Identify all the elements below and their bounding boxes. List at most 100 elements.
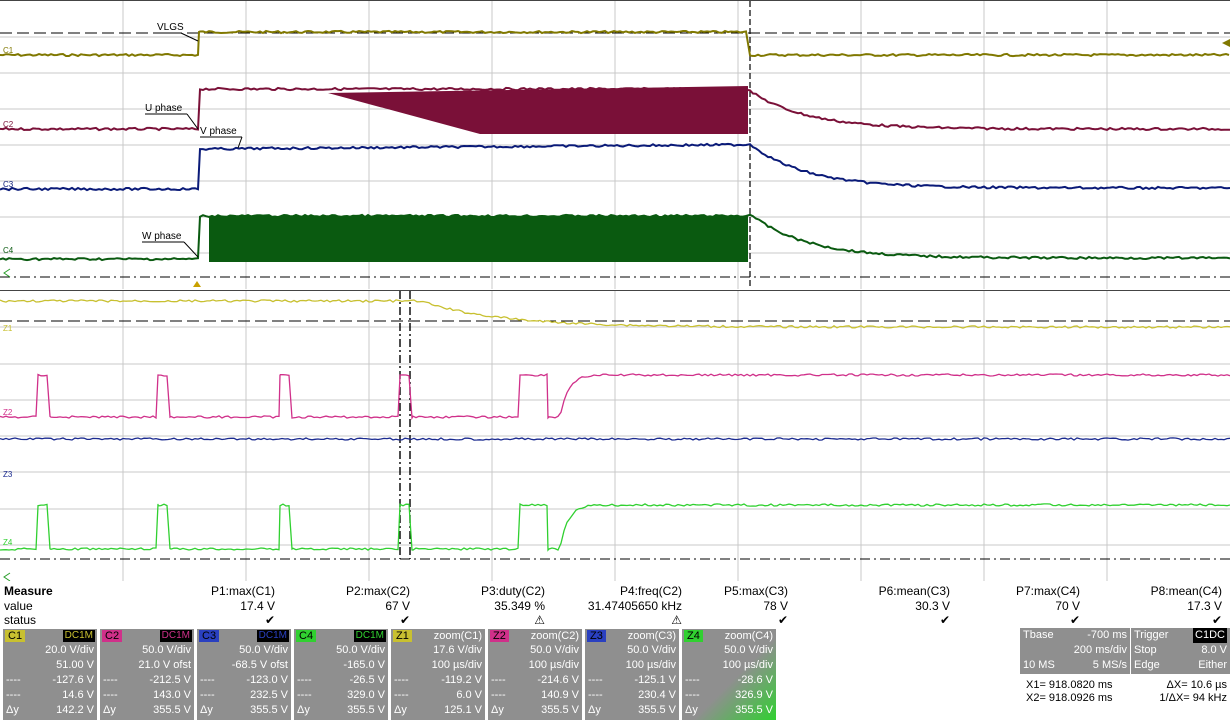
- channel-coupling: DC1M: [62, 630, 95, 642]
- channel-row-prefix: ----: [491, 674, 506, 686]
- channel-line-2: -119.2 V: [441, 674, 482, 686]
- measure-status-p8: ✔: [1211, 613, 1222, 627]
- channel-row-prefix: ----: [588, 689, 603, 701]
- measure-status-label: status: [4, 613, 37, 627]
- channel-line-4: 355.5 V: [153, 704, 191, 716]
- channel-line-1: 100 µs/div: [625, 659, 676, 671]
- channel-box-c1[interactable]: C1 DC1M 20.0 V/div 51.00 V ---- -127.6 V ---- 1…: [2, 628, 98, 721]
- channel-row-prefix: ----: [200, 674, 215, 686]
- c1-level-marker: [1222, 39, 1230, 47]
- timebase-descriptor[interactable]: Tbase -700 ms 200 ms/div 10 MS 5 MS/s: [1020, 628, 1130, 674]
- zoom-waveform-grid[interactable]: Z1 Z2 Z3 Z4: [0, 290, 1230, 581]
- channel-row-prefix: ----: [491, 689, 506, 701]
- measure-status-p7: ✔: [1069, 613, 1080, 627]
- measure-status-p3: ⚠: [534, 613, 545, 627]
- channel-row-prefix: ----: [297, 689, 312, 701]
- trigger-level: 8.0 V: [1201, 644, 1227, 656]
- channel-line-0: 50.0 V/div: [627, 644, 676, 656]
- cursor-inverse-delta-x: 1/ΔX= 94 kHz: [1159, 692, 1227, 704]
- measure-name-p3: P3:duty(C2): [480, 584, 545, 598]
- channel-line-3: 326.9 V: [735, 689, 773, 701]
- channel-row-prefix: ----: [394, 689, 409, 701]
- measure-value-p6: 30.3 V: [915, 599, 950, 613]
- timebase-delay: -700 ms: [1087, 629, 1127, 641]
- zoom-waveform-plot[interactable]: Z1 Z2 Z3 Z4: [0, 291, 1230, 581]
- channel-line-0: 20.0 V/div: [45, 644, 94, 656]
- trigger-descriptor[interactable]: Trigger C1DC Stop 8.0 V Edge Either: [1131, 628, 1230, 674]
- channel-line-2: -28.6 V: [737, 674, 773, 686]
- uphase-label-text: U phase: [145, 103, 183, 114]
- channel-marker-c2[interactable]: C2: [3, 120, 14, 129]
- channel-row-prefix: Δy: [394, 704, 407, 716]
- measure-name-p5: P5:max(C3): [723, 584, 788, 598]
- timebase-label: Tbase: [1023, 629, 1054, 641]
- channel-box-z4[interactable]: Z4 zoom(C4) 50.0 V/div 100 µs/div ---- -28.6 …: [681, 628, 777, 721]
- channel-line-2: -214.6 V: [537, 674, 579, 686]
- channel-box-z2[interactable]: Z2 zoom(C2) 50.0 V/div 100 µs/div ---- -214.6…: [487, 628, 583, 721]
- trigger-label: Trigger: [1134, 629, 1169, 641]
- cursor-x2: X2= 918.0926 ms: [1026, 692, 1113, 704]
- channel-tag: Z2: [490, 630, 509, 642]
- channel-marker-z4[interactable]: Z4: [3, 538, 13, 547]
- channel-box-c2[interactable]: C2 DC1M 50.0 V/div 21.0 V ofst ---- -212.5 V -…: [99, 628, 195, 721]
- channel-row-prefix: ----: [394, 674, 409, 686]
- channel-row-prefix: Δy: [103, 704, 116, 716]
- wphase-label-text: W phase: [142, 231, 182, 242]
- channel-coupling: DC1M: [159, 630, 192, 642]
- channel-line-3: 140.9 V: [541, 689, 579, 701]
- channel-marker-c3[interactable]: C3: [3, 180, 14, 189]
- measure-name-p2: P2:max(C2): [345, 584, 410, 598]
- channel-line-1: -165.0 V: [343, 659, 385, 671]
- top-waveform-grid[interactable]: VLGS U phase V phase W phase C1 C2 C3 C4: [0, 0, 1230, 289]
- channel-marker-z2[interactable]: Z2: [3, 408, 13, 417]
- channel-row-prefix: ----: [103, 674, 118, 686]
- channel-line-1: 21.0 V ofst: [138, 659, 191, 671]
- channel-box-z3[interactable]: Z3 zoom(C3) 50.0 V/div 100 µs/div ---- -125.1…: [584, 628, 680, 721]
- channel-box-z1[interactable]: Z1 zoom(C1) 17.6 V/div 100 µs/div ---- -119.2…: [390, 628, 486, 721]
- top-waveform-plot[interactable]: VLGS U phase V phase W phase C1 C2 C3 C4: [0, 1, 1230, 289]
- zoom-scroll-left-icon[interactable]: [3, 572, 11, 581]
- channel-line-0: 50.0 V/div: [530, 644, 579, 656]
- channel-tag: Z3: [587, 630, 606, 642]
- channel-marker-z3[interactable]: Z3: [3, 470, 13, 479]
- channel-zoom-source: zoom(C4): [724, 630, 773, 642]
- channel-line-2: -123.0 V: [246, 674, 288, 686]
- channel-line-3: 230.4 V: [638, 689, 676, 701]
- vlgs-label-text: VLGS: [157, 22, 184, 33]
- channel-marker-c1[interactable]: C1: [3, 46, 14, 55]
- scroll-left-icon[interactable]: [3, 268, 11, 278]
- trigger-coupling: DC: [1209, 629, 1225, 641]
- channel-line-2: -212.5 V: [149, 674, 191, 686]
- measure-name-p6: P6:mean(C3): [878, 584, 950, 598]
- channel-row-prefix: ----: [6, 674, 21, 686]
- channel-tag: Z4: [684, 630, 703, 642]
- measure-value-p5: 78 V: [763, 599, 788, 613]
- timebase-samples: 10 MS: [1023, 659, 1055, 671]
- channel-row-prefix: Δy: [200, 704, 213, 716]
- channel-line-2: -127.6 V: [52, 674, 94, 686]
- channel-line-4: 355.5 V: [250, 704, 288, 716]
- channel-row-prefix: ----: [588, 674, 603, 686]
- channel-line-4: 355.5 V: [638, 704, 676, 716]
- channel-marker-c4[interactable]: C4: [3, 246, 14, 255]
- vlgs-label: VLGS: [157, 22, 199, 42]
- channel-box-c4[interactable]: C4 DC1M 50.0 V/div -165.0 V ---- -26.5 V ---- 3…: [293, 628, 389, 721]
- channel-coupling: DC1M: [256, 630, 289, 642]
- channel-row-prefix: ----: [6, 689, 21, 701]
- channel-line-2: -125.1 V: [634, 674, 676, 686]
- channel-tag: C4: [296, 630, 317, 642]
- trigger-source: C1: [1195, 629, 1210, 641]
- channel-marker-z1[interactable]: Z1: [3, 324, 13, 333]
- measure-value-p3: 35.349 %: [494, 599, 545, 613]
- channel-line-1: -68.5 V ofst: [231, 659, 288, 671]
- channel-box-c3[interactable]: C3 DC1M 50.0 V/div -68.5 V ofst ---- -123.0 V…: [196, 628, 292, 721]
- trigger-slope: Either: [1198, 659, 1227, 671]
- measure-table: Measure value status P1:max(C1) 17.4 V ✔ P2…: [0, 582, 1230, 628]
- channel-row-prefix: Δy: [588, 704, 601, 716]
- channel-line-3: 14.6 V: [62, 689, 94, 701]
- channel-line-4: 355.5 V: [541, 704, 579, 716]
- channel-line-4: 125.1 V: [444, 704, 482, 716]
- timebase-rate: 5 MS/s: [1092, 659, 1127, 671]
- channel-line-1: 100 µs/div: [431, 659, 482, 671]
- channel-line-4: 142.2 V: [56, 704, 94, 716]
